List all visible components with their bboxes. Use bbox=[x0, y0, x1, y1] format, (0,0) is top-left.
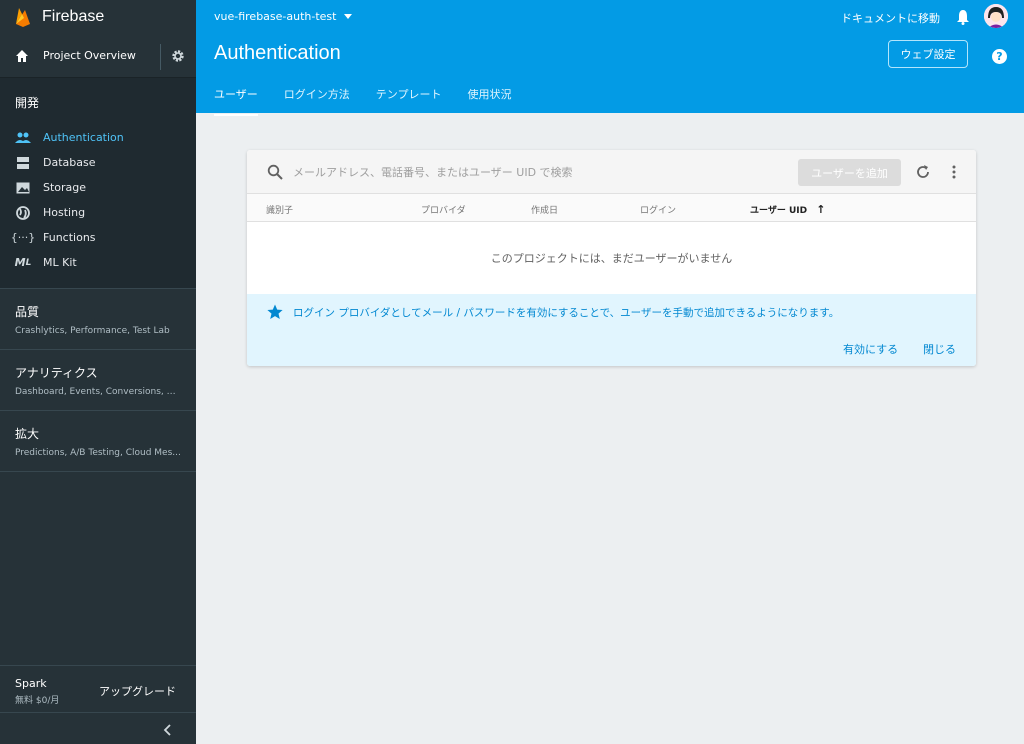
chevron-left-icon[interactable] bbox=[160, 722, 176, 738]
home-icon bbox=[16, 49, 28, 62]
empty-state: このプロジェクトには、まだユーザーがいません bbox=[490, 252, 733, 265]
add-user-button[interactable]: ユーザーを追加 bbox=[798, 159, 901, 186]
sidebar-group-grow[interactable]: 拡大 Predictions, A/B Testing, Cloud Mes..… bbox=[0, 411, 196, 472]
arrow-up-icon: ↑ bbox=[816, 203, 826, 216]
refresh-icon[interactable] bbox=[915, 164, 931, 180]
divider bbox=[160, 44, 161, 70]
tab-users[interactable]: ユーザー bbox=[214, 86, 258, 116]
tab-bar: ユーザー ログイン方法 テンプレート 使用状況 bbox=[214, 86, 537, 116]
sidebar-item-label: Functions bbox=[43, 231, 96, 244]
avatar[interactable] bbox=[984, 4, 1008, 28]
column-provider[interactable]: プロバイダ bbox=[421, 203, 466, 216]
docs-link[interactable]: ドキュメントに移動 bbox=[841, 10, 940, 26]
sidebar-item-label: Hosting bbox=[43, 206, 86, 219]
project-name: vue-firebase-auth-test bbox=[214, 10, 337, 23]
firebase-logo-icon bbox=[16, 8, 30, 27]
table-header: 識別子 プロバイダ 作成日 ログイン ユーザー UID ↑ bbox=[247, 194, 976, 222]
header: vue-firebase-auth-test ドキュメントに移動 Authent… bbox=[196, 0, 1024, 116]
group-title: 品質 bbox=[15, 305, 40, 319]
project-overview[interactable]: Project Overview bbox=[0, 34, 196, 78]
sidebar-item-storage[interactable]: Storage bbox=[0, 175, 196, 200]
sidebar-group-quality[interactable]: 品質 Crashlytics, Performance, Test Lab bbox=[0, 289, 196, 350]
sidebar-item-label: Authentication bbox=[43, 131, 124, 144]
group-subtitle: Predictions, A/B Testing, Cloud Mes... bbox=[15, 448, 181, 458]
dev-section: 開発 Authentication Database Storage Hosti… bbox=[0, 78, 196, 289]
globe-icon bbox=[15, 205, 31, 220]
users-card: ユーザーを追加 識別子 プロバイダ 作成日 ログイン ユーザー UID ↑ この… bbox=[247, 150, 976, 366]
tab-usage[interactable]: 使用状況 bbox=[467, 86, 511, 116]
brand[interactable]: Firebase bbox=[0, 0, 196, 34]
sidebar-item-database[interactable]: Database bbox=[0, 150, 196, 175]
column-created[interactable]: 作成日 bbox=[531, 203, 558, 216]
sidebar-group-analytics[interactable]: アナリティクス Dashboard, Events, Conversions, … bbox=[0, 350, 196, 411]
sidebar-item-label: Storage bbox=[43, 181, 87, 194]
info-banner: ログイン プロバイダとしてメール / パスワードを有効にすることで、ユーザーを手… bbox=[247, 294, 976, 366]
project-overview-label: Project Overview bbox=[43, 49, 136, 62]
dev-section-title: 開発 bbox=[15, 96, 40, 110]
enable-button[interactable]: 有効にする bbox=[843, 341, 898, 357]
database-icon bbox=[15, 156, 31, 170]
tab-sign-in-method[interactable]: ログイン方法 bbox=[284, 86, 350, 116]
project-selector[interactable]: vue-firebase-auth-test bbox=[214, 10, 353, 23]
group-subtitle: Dashboard, Events, Conversions, Au... bbox=[15, 387, 181, 397]
chevron-down-icon bbox=[344, 14, 353, 19]
column-identifier[interactable]: 識別子 bbox=[266, 203, 293, 216]
plan-panel: Spark 無料 $0/月 アップグレード bbox=[0, 665, 196, 713]
banner-message: ログイン プロバイダとしてメール / パスワードを有効にすることで、ユーザーを手… bbox=[293, 307, 840, 319]
bell-icon[interactable] bbox=[956, 9, 970, 25]
group-title: アナリティクス bbox=[15, 366, 98, 380]
brand-name: Firebase bbox=[42, 8, 105, 25]
sidebar-item-hosting[interactable]: Hosting bbox=[0, 200, 196, 225]
column-user-uid[interactable]: ユーザー UID ↑ bbox=[750, 203, 825, 216]
upgrade-button[interactable]: アップグレード bbox=[99, 683, 176, 699]
image-icon bbox=[15, 181, 31, 195]
ml-kit-icon: ML bbox=[14, 256, 32, 269]
close-button[interactable]: 閉じる bbox=[923, 341, 956, 357]
gear-icon[interactable] bbox=[171, 49, 185, 63]
column-signed-in[interactable]: ログイン bbox=[640, 203, 676, 216]
tab-templates[interactable]: テンプレート bbox=[376, 86, 442, 116]
functions-icon: {···} bbox=[10, 231, 36, 244]
sidebar-item-label: Database bbox=[43, 156, 96, 169]
sidebar: Firebase Project Overview 開発 Authenticat… bbox=[0, 0, 196, 744]
page-title: Authentication bbox=[214, 42, 341, 64]
star-icon bbox=[267, 304, 283, 319]
more-vert-icon[interactable] bbox=[947, 164, 961, 180]
sidebar-item-authentication[interactable]: Authentication bbox=[0, 125, 196, 150]
sidebar-item-ml-kit[interactable]: ML ML Kit bbox=[0, 250, 196, 275]
search-bar: ユーザーを追加 bbox=[247, 150, 976, 194]
group-title: 拡大 bbox=[15, 427, 40, 441]
web-setting-button[interactable]: ウェブ設定 bbox=[888, 40, 968, 68]
people-icon bbox=[15, 131, 31, 145]
column-user-uid-label: ユーザー UID bbox=[750, 206, 808, 216]
sidebar-item-functions[interactable]: {···} Functions bbox=[0, 225, 196, 250]
sidebar-item-label: ML Kit bbox=[43, 256, 77, 269]
search-input[interactable] bbox=[293, 162, 753, 182]
group-subtitle: Crashlytics, Performance, Test Lab bbox=[15, 326, 170, 336]
search-icon bbox=[267, 164, 283, 180]
help-icon[interactable]: ? bbox=[992, 49, 1007, 64]
